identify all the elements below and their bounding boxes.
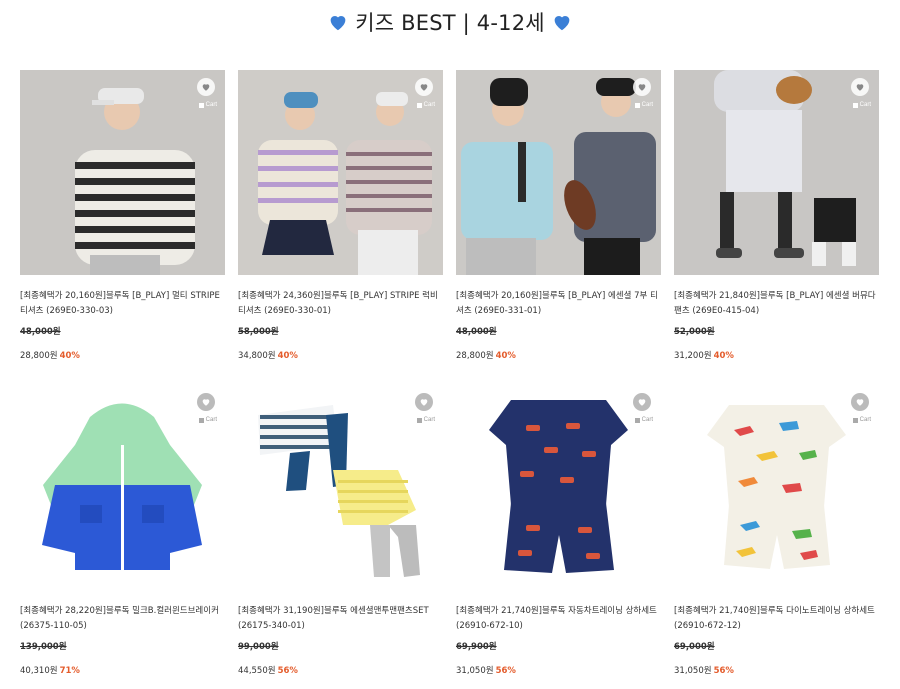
original-price: 52,000원 — [674, 327, 715, 337]
cart-button[interactable]: Cart — [198, 102, 217, 108]
product-image[interactable]: Cart — [674, 385, 879, 590]
discount-rate: 40% — [495, 351, 516, 361]
product-name[interactable]: [최종혜택가 24,360원]블루독 [B_PLAY] STRIPE 럭비 티셔… — [238, 289, 443, 319]
product-image[interactable]: Cart — [238, 385, 443, 590]
sale-price: 34,800원 — [238, 351, 276, 361]
product-photo — [20, 70, 225, 275]
product-card[interactable]: Cart [최종혜택가 20,160원]블루독 [B_PLAY] 멀티 STRI… — [20, 70, 225, 361]
cart-icon — [416, 102, 422, 108]
product-card[interactable]: Cart [최종혜택가 20,160원]블루독 [B_PLAY] 에센셜 7부 … — [456, 70, 661, 361]
product-photo — [20, 385, 225, 590]
price-row: 31,050원 56% — [456, 664, 661, 676]
sale-price: 31,050원 — [456, 666, 494, 676]
wishlist-heart-icon[interactable] — [415, 393, 433, 411]
product-photo — [674, 70, 879, 275]
original-price: 48,000원 — [456, 327, 497, 337]
discount-rate: 40% — [713, 351, 734, 361]
wishlist-heart-icon[interactable] — [197, 393, 215, 411]
cart-icon — [852, 417, 858, 423]
cart-icon — [416, 417, 422, 423]
page-title-text: 키즈 BEST | 4-12세 — [355, 11, 545, 35]
product-name[interactable]: [최종혜택가 20,160원]블루독 [B_PLAY] 에센셜 7부 티셔츠 (… — [456, 289, 661, 319]
wishlist-heart-icon[interactable] — [633, 78, 651, 96]
original-price: 48,000원 — [20, 327, 61, 337]
wishlist-heart-icon[interactable] — [851, 393, 869, 411]
page-title: 키즈 BEST | 4-12세 — [0, 6, 900, 38]
product-name[interactable]: [최종혜택가 21,740원]블루독 다이노트레이닝 상하세트 (26910-6… — [674, 604, 879, 634]
discount-rate: 56% — [277, 666, 298, 676]
original-price: 139,000원 — [20, 642, 67, 652]
product-name[interactable]: [최종혜택가 21,840원]블루독 [B_PLAY] 에센셜 버뮤다 팬츠 (… — [674, 289, 879, 319]
product-photo — [238, 70, 443, 275]
price-row: 31,050원 56% — [674, 664, 879, 676]
cart-button[interactable]: Cart — [634, 102, 653, 108]
product-image[interactable]: Cart — [20, 70, 225, 275]
cart-icon — [634, 102, 640, 108]
cart-icon — [852, 102, 858, 108]
product-image[interactable]: Cart — [20, 385, 225, 590]
cart-button[interactable]: Cart — [198, 417, 217, 423]
original-price: 69,000원 — [674, 642, 715, 652]
sale-price: 31,200원 — [674, 351, 712, 361]
product-photo — [238, 385, 443, 590]
blue-heart-icon — [554, 16, 570, 31]
cart-button[interactable]: Cart — [416, 102, 435, 108]
product-card[interactable]: Cart [최종혜택가 21,740원]블루독 다이노트레이닝 상하세트 (26… — [674, 385, 879, 676]
product-name[interactable]: [최종혜택가 21,740원]블루독 자동차트레이닝 상하세트 (26910-6… — [456, 604, 661, 634]
product-photo — [456, 385, 661, 590]
cart-button[interactable]: Cart — [634, 417, 653, 423]
original-price: 99,000원 — [238, 642, 279, 652]
product-image[interactable]: Cart — [456, 385, 661, 590]
price-row: 44,550원 56% — [238, 664, 443, 676]
cart-icon — [198, 102, 204, 108]
cart-button[interactable]: Cart — [416, 417, 435, 423]
product-photo — [674, 385, 879, 590]
cart-icon — [634, 417, 640, 423]
discount-rate: 40% — [59, 351, 80, 361]
price-row: 40,310원 71% — [20, 664, 225, 676]
product-card[interactable]: Cart [최종혜택가 28,220원]블루독 밀크B.컬러윈드브레이커 (26… — [20, 385, 225, 676]
original-price: 58,000원 — [238, 327, 279, 337]
discount-rate: 40% — [277, 351, 298, 361]
cart-button[interactable]: Cart — [852, 102, 871, 108]
original-price: 69,900원 — [456, 642, 497, 652]
discount-rate: 56% — [713, 666, 734, 676]
wishlist-heart-icon[interactable] — [851, 78, 869, 96]
sale-price: 28,800원 — [20, 351, 58, 361]
sale-price: 40,310원 — [20, 666, 58, 676]
price-row: 28,800원 40% — [456, 349, 661, 361]
cart-icon — [198, 417, 204, 423]
product-image[interactable]: Cart — [674, 70, 879, 275]
price-row: 28,800원 40% — [20, 349, 225, 361]
product-card[interactable]: Cart [최종혜택가 21,740원]블루독 자동차트레이닝 상하세트 (26… — [456, 385, 661, 676]
sale-price: 28,800원 — [456, 351, 494, 361]
product-card[interactable]: Cart [최종혜택가 24,360원]블루독 [B_PLAY] STRIPE … — [238, 70, 443, 361]
discount-rate: 56% — [495, 666, 516, 676]
product-image[interactable]: Cart — [238, 70, 443, 275]
product-name[interactable]: [최종혜택가 28,220원]블루독 밀크B.컬러윈드브레이커 (26375-1… — [20, 604, 225, 634]
price-row: 31,200원 40% — [674, 349, 879, 361]
wishlist-heart-icon[interactable] — [197, 78, 215, 96]
sale-price: 31,050원 — [674, 666, 712, 676]
product-card[interactable]: Cart [최종혜택가 21,840원]블루독 [B_PLAY] 에센셜 버뮤다… — [674, 70, 879, 361]
product-card[interactable]: Cart [최종혜택가 31,190원]블루독 에센셜맨투맨팬츠SET (261… — [238, 385, 443, 676]
price-row: 34,800원 40% — [238, 349, 443, 361]
sale-price: 44,550원 — [238, 666, 276, 676]
product-name[interactable]: [최종혜택가 20,160원]블루독 [B_PLAY] 멀티 STRIPE 티셔… — [20, 289, 225, 319]
product-image[interactable]: Cart — [456, 70, 661, 275]
product-name[interactable]: [최종혜택가 31,190원]블루독 에센셜맨투맨팬츠SET (26175-34… — [238, 604, 443, 634]
blue-heart-icon — [330, 16, 346, 31]
product-photo — [456, 70, 661, 275]
wishlist-heart-icon[interactable] — [633, 393, 651, 411]
cart-button[interactable]: Cart — [852, 417, 871, 423]
discount-rate: 71% — [59, 666, 80, 676]
wishlist-heart-icon[interactable] — [415, 78, 433, 96]
